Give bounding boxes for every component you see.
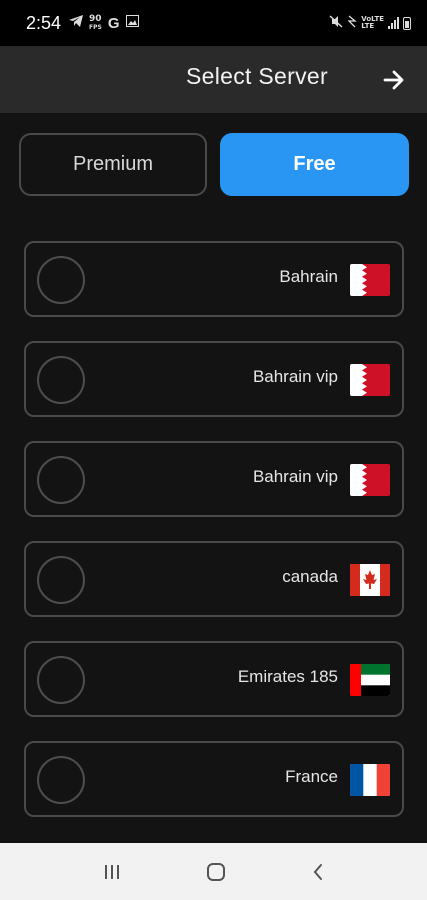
radio-button[interactable] [37,456,85,504]
server-item-canada[interactable]: canada [24,541,404,617]
page-title: Select Server [186,63,328,89]
home-icon[interactable] [205,861,227,883]
radio-button[interactable] [37,756,85,804]
server-item-bahrain-vip[interactable]: Bahrain vip [24,341,404,417]
status-bar: 2:54 90 FPS G VoLTE LTE [0,0,427,46]
radio-button[interactable] [37,656,85,704]
tab-premium[interactable]: Premium [19,133,207,196]
arrow-right-icon[interactable] [380,66,408,94]
status-right-icons: VoLTE LTE [329,15,411,31]
bahrain-flag-icon [350,364,390,396]
bahrain-flag-icon [350,464,390,496]
canada-flag-icon [350,564,390,596]
signal-icon [388,17,399,29]
status-time: 2:54 [26,12,62,33]
system-nav-bar [0,843,427,900]
fps-90-icon: 90 FPS [89,13,102,31]
recent-apps-icon[interactable] [102,863,122,881]
google-icon: G [107,14,120,32]
battery-icon [403,16,411,30]
server-item-bahrain-vip-2[interactable]: Bahrain vip [24,441,404,517]
server-name: France [285,767,338,786]
server-name: Emirates 185 [237,667,338,686]
radio-button[interactable] [37,556,85,604]
lte-icon: VoLTE LTE [361,15,384,30]
server-name: canada [282,567,338,586]
wifi-icon [347,15,358,31]
app-header: Select Server [0,46,427,113]
radio-button[interactable] [37,356,85,404]
server-name: Bahrain [279,267,338,286]
telegram-icon [69,15,84,31]
uae-flag-icon [350,664,390,696]
server-name: Bahrain vip [252,367,338,386]
tab-free-label: Free [293,153,336,175]
server-item-emirates[interactable]: Emirates 185 [24,641,404,717]
mute-icon [329,15,343,31]
back-icon[interactable] [310,862,326,882]
server-name: Bahrain vip [252,467,338,486]
tab-free[interactable]: Free [220,133,409,196]
server-item-france[interactable]: France [24,741,404,817]
gallery-icon [125,15,139,31]
bahrain-flag-icon [350,264,390,296]
france-flag-icon [350,764,390,796]
radio-button[interactable] [37,256,85,304]
tab-premium-label: Premium [72,153,153,175]
server-item-bahrain[interactable]: Bahrain [24,241,404,317]
